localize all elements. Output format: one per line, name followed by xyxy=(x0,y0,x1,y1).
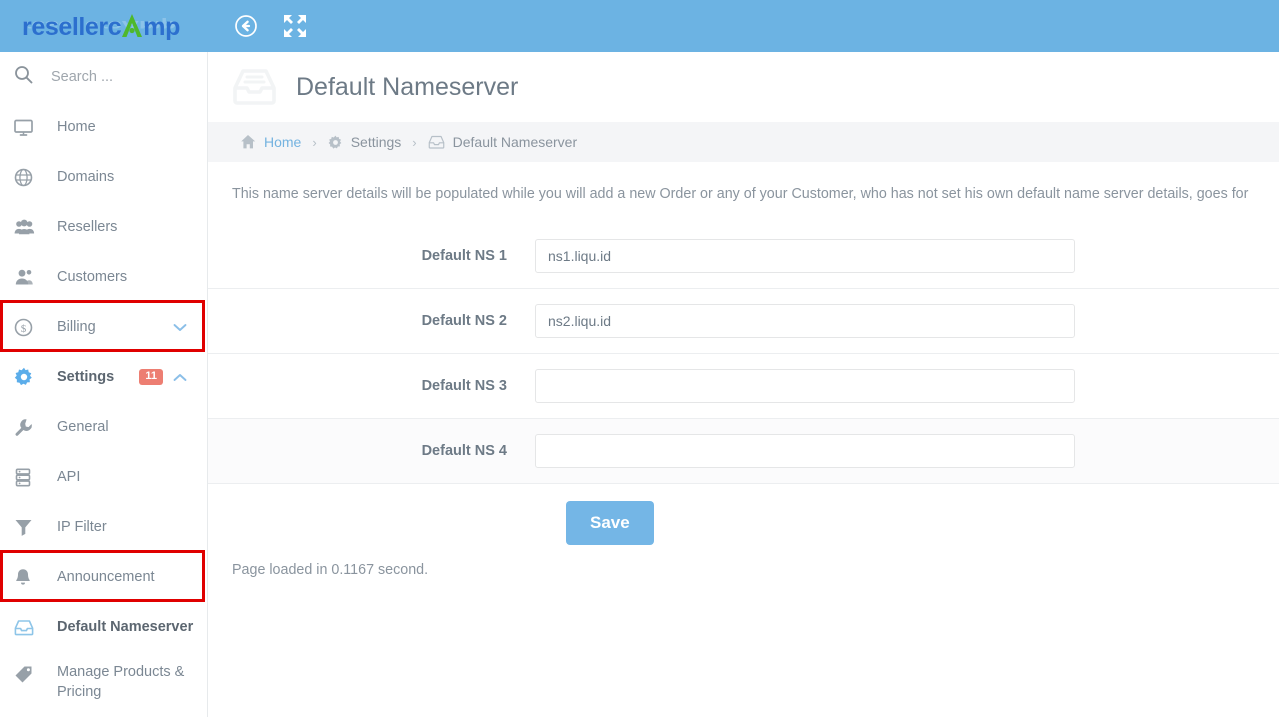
default-ns-4-input[interactable] xyxy=(535,434,1075,469)
sidebar-item-settings[interactable]: Settings 11 xyxy=(0,352,207,402)
save-row: Save xyxy=(208,484,1279,562)
inbox-icon xyxy=(428,134,445,150)
breadcrumb-separator: › xyxy=(412,134,417,150)
breadcrumb-separator: › xyxy=(312,134,317,150)
breadcrumb-item-settings[interactable]: Settings xyxy=(328,134,402,150)
chevron-down-icon[interactable] xyxy=(173,323,187,332)
breadcrumb-item-home[interactable]: Home xyxy=(240,134,301,150)
inbox-icon xyxy=(232,66,277,108)
form-row-ns4: Default NS 4 xyxy=(208,419,1279,485)
breadcrumb-label: Home xyxy=(264,134,302,150)
page-title: Default Nameserver xyxy=(296,72,519,101)
sidebar-item-label: Announcement xyxy=(57,569,155,585)
fullscreen-expand-icon[interactable] xyxy=(282,13,308,39)
sidebar-item-label: Domains xyxy=(57,169,115,185)
search-input[interactable]: Search ... xyxy=(0,52,207,102)
top-bar: resellerc mp resellercAmp xyxy=(0,0,1279,52)
save-button[interactable]: Save xyxy=(566,501,654,546)
chevron-up-icon[interactable] xyxy=(173,373,187,382)
sidebar-item-customers[interactable]: Customers xyxy=(0,252,207,302)
field-label: Default NS 2 xyxy=(421,313,507,330)
sidebar-item-default-nameserver[interactable]: Default Nameserver xyxy=(0,602,207,652)
default-ns-1-input[interactable] xyxy=(535,239,1075,274)
intro-description: This name server details will be populat… xyxy=(232,186,1249,202)
sidebar-item-announcement[interactable]: Announcement xyxy=(0,552,207,602)
sidebar-item-resellers[interactable]: Resellers xyxy=(0,202,207,252)
dollar-circle-icon: $ xyxy=(14,318,40,337)
home-icon xyxy=(240,134,256,150)
form-row-ns2: Default NS 2 xyxy=(208,289,1279,355)
sidebar-item-label: Settings xyxy=(57,369,115,385)
sidebar-item-label: Manage Products & Pricing xyxy=(57,664,185,700)
default-ns-3-input[interactable] xyxy=(535,369,1075,404)
sidebar-item-label: Resellers xyxy=(57,219,118,235)
sidebar-item-label: Default Nameserver xyxy=(57,619,194,635)
field-label: Default NS 1 xyxy=(421,248,507,265)
form-row-ns3: Default NS 3 xyxy=(208,354,1279,420)
search-placeholder: Search ... xyxy=(51,69,114,85)
inbox-icon xyxy=(14,618,40,637)
breadcrumb-item-default-nameserver: Default Nameserver xyxy=(428,134,578,150)
wrench-icon xyxy=(14,418,40,437)
logo-camp-letter-a xyxy=(121,13,143,38)
sidebar-item-api[interactable]: API xyxy=(0,452,207,502)
default-ns-2-input[interactable] xyxy=(535,304,1075,339)
page-header: Default Nameserver xyxy=(208,52,1279,122)
circle-arrow-left-icon[interactable] xyxy=(234,14,258,38)
page-load-time: Page loaded in 0.1167 second. xyxy=(232,562,429,579)
user-icon xyxy=(14,268,40,287)
sidebar-item-home[interactable]: Home xyxy=(0,102,207,152)
sidebar-item-ip-filter[interactable]: IP Filter xyxy=(0,502,207,552)
sidebar-item-label: General xyxy=(57,419,109,435)
svg-text:$: $ xyxy=(21,323,27,335)
nameserver-form: Default NS 1 Default NS 2 Default NS 3 D… xyxy=(208,224,1279,578)
sidebar-item-label: Billing xyxy=(57,319,96,335)
sidebar-item-label: API xyxy=(57,469,81,485)
sidebar-item-domains[interactable]: Domains xyxy=(0,152,207,202)
breadcrumb: Home › Settings › Default Nameserver xyxy=(208,122,1279,162)
funnel-icon xyxy=(14,518,40,537)
main-content: Default Nameserver Home › Settings › Def… xyxy=(208,52,1279,717)
sidebar-item-label: Home xyxy=(57,119,96,135)
field-label: Default NS 4 xyxy=(421,443,507,460)
logo-text: resellerc mp xyxy=(22,12,180,41)
monitor-icon xyxy=(14,118,40,137)
app-logo[interactable]: resellerc mp resellercAmp xyxy=(0,0,208,52)
tag-icon xyxy=(14,663,40,684)
sidebar-item-billing[interactable]: $ Billing xyxy=(0,302,207,352)
sidebar-item-label: IP Filter xyxy=(57,519,107,535)
breadcrumb-label: Settings xyxy=(350,134,402,150)
breadcrumb-label: Default Nameserver xyxy=(452,134,578,150)
sidebar-item-general[interactable]: General xyxy=(0,402,207,452)
gear-icon xyxy=(14,367,40,387)
globe-icon xyxy=(14,168,40,187)
bell-icon xyxy=(14,568,40,587)
sidebar-item-manage-products-pricing[interactable]: Manage Products & Pricing xyxy=(0,652,207,714)
form-row-ns1: Default NS 1 xyxy=(208,224,1279,290)
gear-icon xyxy=(328,135,343,150)
group-users-icon xyxy=(14,218,40,237)
settings-badge: 11 xyxy=(139,369,163,385)
field-label: Default NS 3 xyxy=(421,378,507,395)
search-icon xyxy=(14,65,33,89)
sidebar-item-label: Customers xyxy=(57,269,128,285)
server-stack-icon xyxy=(14,467,40,487)
sidebar: Search ... Home Domains Resellers Custom… xyxy=(0,52,208,717)
